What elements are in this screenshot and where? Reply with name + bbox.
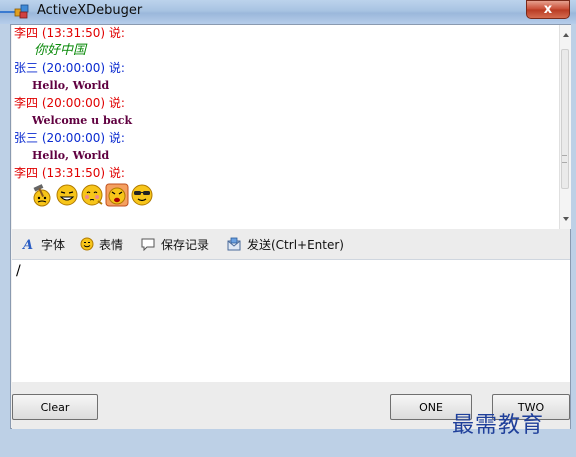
- send-icon: [227, 237, 241, 251]
- clear-button[interactable]: Clear: [12, 394, 98, 420]
- message-body: 你好中国: [34, 43, 87, 58]
- chat-content: 李四 (13:31:50) 说: 你好中国 张三 (20:00:00) 说: H…: [14, 25, 552, 208]
- message-body: Welcome u back: [32, 114, 133, 127]
- cool-emoji-icon: [131, 184, 153, 206]
- send-label: 发送(Ctrl+Enter): [247, 237, 344, 252]
- svg-text:A: A: [22, 238, 33, 251]
- message-header: 张三 (20:00:00) 说:: [14, 131, 125, 145]
- message-header: 李四 (13:31:50) 说:: [14, 26, 125, 40]
- message-body: Hello, World: [32, 149, 110, 162]
- save-history-label: 保存记录: [161, 237, 210, 252]
- font-button[interactable]: A 字体: [22, 236, 65, 252]
- input-text: /: [16, 263, 21, 279]
- smiley-icon: [80, 237, 94, 251]
- scroll-thumb[interactable]: [561, 49, 569, 189]
- message-header: 李四 (13:31:50) 说:: [14, 166, 125, 180]
- message-body: Hello, World: [32, 79, 110, 92]
- close-button[interactable]: x: [526, 0, 570, 19]
- input-toolbar: A 字体 表情 保存记录 发送(Ctrl+Enter): [12, 229, 570, 259]
- title-bar[interactable]: ActiveXDebuger x: [0, 0, 576, 24]
- message-header: 李四 (20:00:00) 说:: [14, 96, 125, 110]
- chat-history[interactable]: 李四 (13:31:50) 说: 你好中国 张三 (20:00:00) 说: H…: [12, 25, 570, 229]
- message-header: 张三 (20:00:00) 说:: [14, 61, 125, 75]
- scroll-up-arrow-icon[interactable]: [563, 33, 569, 37]
- font-label: 字体: [41, 237, 66, 252]
- send-button[interactable]: 发送(Ctrl+Enter): [226, 236, 344, 252]
- message-input[interactable]: /: [12, 259, 570, 382]
- app-icon: [14, 4, 29, 19]
- font-icon: A: [22, 238, 33, 251]
- grin-emoji-icon: [56, 184, 78, 206]
- emoji-label: 表情: [99, 237, 124, 252]
- hammer-emoji-icon: [33, 184, 51, 207]
- emoji-button[interactable]: 表情: [80, 236, 123, 252]
- save-history-button[interactable]: 保存记录: [140, 236, 209, 252]
- emoji-row: [14, 182, 552, 208]
- scroll-down-arrow-icon[interactable]: [563, 217, 569, 221]
- angry-emoji-icon: [105, 183, 129, 207]
- watermark: 最需教育: [452, 413, 545, 438]
- window-title: ActiveXDebuger: [37, 3, 143, 18]
- chat-bubble-icon: [141, 238, 155, 251]
- activex-debugger-window: ActiveXDebuger x 李四 (13:31:50) 说: 你好中国 张…: [0, 0, 576, 457]
- shy-emoji-icon: [81, 184, 103, 206]
- scroll-grip-icon: [562, 155, 567, 163]
- chat-scrollbar[interactable]: [559, 25, 571, 229]
